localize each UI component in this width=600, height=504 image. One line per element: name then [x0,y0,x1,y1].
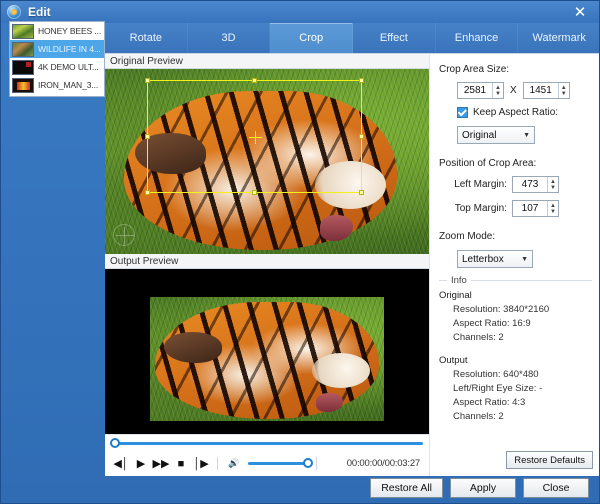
watermark-logo-icon [113,224,135,246]
left-margin-stepper[interactable]: ▲▼ [512,176,559,193]
crop-height-arrows[interactable]: ▲ ▼ [557,83,569,98]
playback-controls: ◀│ ▶ ▶▶ ■ │▶ 🔊 00:00:00/00:03:27 [105,434,429,476]
keep-aspect-ratio-row[interactable]: Keep Aspect Ratio: [457,107,592,118]
seek-slider[interactable] [110,437,423,448]
top-margin-input[interactable] [513,201,547,216]
top-margin-stepper[interactable]: ▲▼ [512,200,559,217]
file-list[interactable]: HONEY BEES ... WILDLIFE IN 4... 4K DEMO … [9,21,105,97]
info-original-channels: Channels: 2 [453,332,504,343]
list-item[interactable]: WILDLIFE IN 4... [10,40,104,58]
info-output-resolution: Resolution: 640*480 [453,369,539,380]
chevron-down-icon: ▼ [523,131,530,139]
fast-forward-button[interactable]: ▶▶ [151,454,171,474]
list-item-label: WILDLIFE IN 4... [38,44,101,54]
info-original-label: Original [439,290,472,301]
tab-3d[interactable]: 3D [188,23,271,53]
tab-rotate[interactable]: Rotate [105,23,188,53]
left-margin-input[interactable] [513,177,547,192]
original-video-frame [105,69,429,254]
top-margin-arrows[interactable]: ▲ ▼ [547,201,558,216]
left-margin-row: Left Margin: ▲▼ [439,176,592,193]
volume-control: 🔊 [224,454,313,474]
info-output-eye-size: Left/Right Eye Size: - [453,383,543,394]
info-caption: Info [447,275,471,286]
crop-size-row: ▲▼ X ▲▼ [457,82,592,99]
timecode-display: 00:00:00/00:03:27 [346,458,420,469]
tab-effect[interactable]: Effect [353,23,436,53]
stop-button[interactable]: ■ [171,454,191,474]
tab-enhance[interactable]: Enhance [436,23,519,53]
chevron-down-icon: ▼ [521,255,528,263]
preview-area: Original Preview Output Preview ◀│ ▶ ▶▶ … [105,54,429,476]
crop-height-input[interactable] [523,83,558,98]
video-thumbnail [12,59,34,75]
crop-width-arrows[interactable]: ▲ ▼ [492,83,503,98]
volume-icon[interactable]: 🔊 [224,454,244,474]
zoom-mode-dropdown[interactable]: Letterbox ▼ [457,250,533,268]
seek-slider-knob[interactable] [110,437,120,448]
info-section: Info Original Resolution: 3840*2160 Aspe… [439,275,592,422]
window-title: Edit [28,5,51,19]
edit-dialog-window: Edit ✕ HONEY BEES ... WILDLIFE IN 4... 4… [0,0,600,504]
output-preview [105,269,429,449]
close-button[interactable]: Close [523,478,589,498]
list-item-label: HONEY BEES ... [38,26,102,36]
list-item[interactable]: HONEY BEES ... [10,22,104,40]
top-margin-label: Top Margin: [454,203,507,214]
video-thumbnail [12,23,34,39]
crop-width-input[interactable] [458,83,492,98]
original-preview-header: Original Preview [105,54,429,69]
aspect-ratio-value: Original [462,129,497,141]
apply-button[interactable]: Apply [450,478,516,498]
output-video-frame [150,297,384,421]
tab-crop[interactable]: Crop [270,23,354,53]
zoom-mode-label: Zoom Mode: [439,231,496,242]
position-of-crop-area-label: Position of Crop Area: [439,158,537,169]
restore-defaults-button[interactable]: Restore Defaults [506,451,593,469]
size-separator-label: X [510,85,517,96]
play-button[interactable]: ▶ [131,454,151,474]
original-preview[interactable] [105,69,429,254]
output-preview-header: Output Preview [105,254,429,269]
app-logo-icon [7,5,21,19]
tab-watermark[interactable]: Watermark [518,23,599,53]
next-button[interactable]: │▶ [191,454,211,474]
info-original-aspect-ratio: Aspect Ratio: 16:9 [453,318,531,329]
volume-slider-knob[interactable] [303,458,313,468]
crop-width-stepper[interactable]: ▲▼ [457,82,504,99]
video-thumbnail [12,77,34,93]
top-margin-row: Top Margin: ▲▼ [439,200,592,217]
list-item-label: IRON_MAN_3... [38,80,99,90]
tab-bar: Rotate 3D Crop Effect Enhance Watermark [105,23,599,53]
divider [217,457,218,470]
left-margin-label: Left Margin: [454,179,507,190]
video-thumbnail [12,41,34,57]
letterbox-bar-top [150,269,384,297]
info-output-channels: Channels: 2 [453,411,504,422]
close-icon[interactable]: ✕ [563,2,597,21]
crop-settings-panel: Crop Area Size: ▲▼ X ▲▼ Keep Aspect Rati… [429,54,599,476]
list-item[interactable]: IRON_MAN_3... [10,76,104,94]
crop-height-stepper[interactable]: ▲▼ [522,82,570,99]
zoom-mode-value: Letterbox [462,253,504,265]
info-output-aspect-ratio: Aspect Ratio: 4:3 [453,397,526,408]
crop-panel: Original Preview Output Preview ◀│ ▶ ▶▶ … [105,53,599,476]
list-item-label: 4K DEMO ULT... [38,62,99,72]
list-item[interactable]: 4K DEMO ULT... [10,58,104,76]
info-original-resolution: Resolution: 3840*2160 [453,304,550,315]
seek-bar-row [105,435,429,451]
aspect-ratio-dropdown[interactable]: Original ▼ [457,126,535,144]
left-margin-arrows[interactable]: ▲ ▼ [547,177,558,192]
info-output-label: Output [439,355,468,366]
dialog-footer: Restore All Apply Close [1,473,599,503]
crop-area-size-label: Crop Area Size: [439,64,510,75]
keep-aspect-ratio-label: Keep Aspect Ratio: [473,107,559,118]
previous-button[interactable]: ◀│ [111,454,131,474]
keep-aspect-ratio-checkbox[interactable] [457,107,468,118]
divider [316,457,317,470]
title-bar: Edit ✕ [1,1,599,23]
restore-all-button[interactable]: Restore All [370,478,443,498]
volume-slider[interactable] [248,458,313,468]
